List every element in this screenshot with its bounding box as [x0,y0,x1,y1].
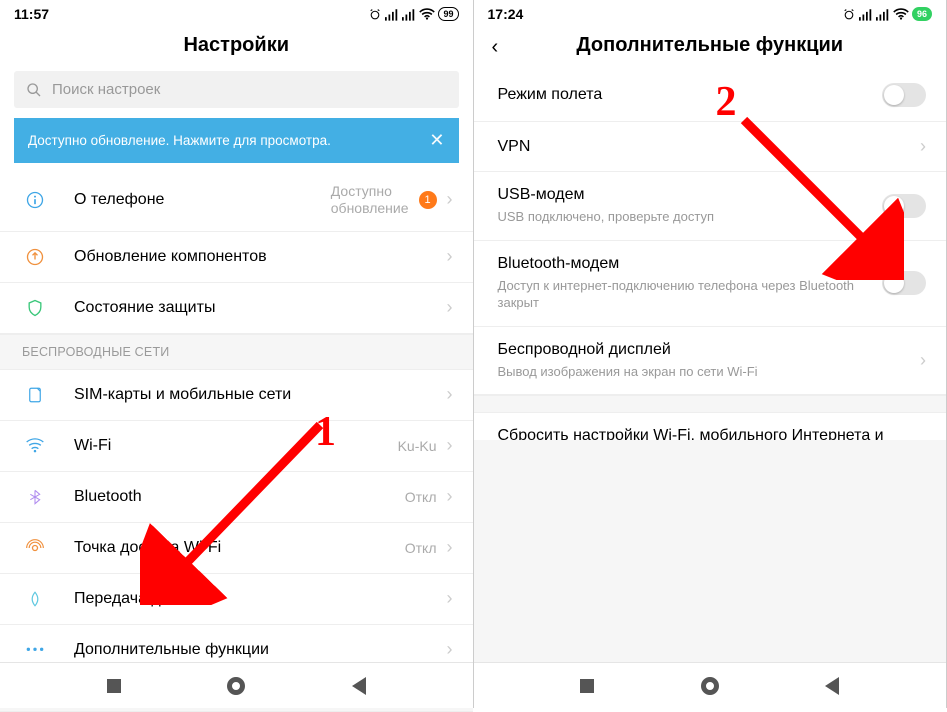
wifi-icon [893,8,909,21]
chevron-right-icon: › [447,486,453,507]
nav-back[interactable] [825,677,839,695]
hotspot-icon [24,537,46,559]
row-label: Точка доступа Wi-Fi [74,539,405,557]
signal-icon-2 [876,8,890,21]
notification-badge: 1 [419,191,437,209]
row-label: USB-модем [498,186,871,204]
data-icon [24,588,46,610]
row-label: VPN [498,138,909,156]
row-sim[interactable]: SIM-карты и мобильные сети › [0,370,473,421]
header: ‹ Дополнительные функции [474,22,947,69]
status-right: 96 [842,7,932,21]
status-bar: 17:24 96 [474,0,947,22]
row-label: Wi-Fi [74,437,398,455]
status-time: 17:24 [488,6,524,22]
toggle-bluetooth-modem[interactable] [882,271,926,295]
row-label: SIM-карты и мобильные сети [74,386,447,404]
status-time: 11:57 [14,6,49,22]
chevron-right-icon: › [447,639,453,660]
nav-bar [0,662,473,708]
chevron-right-icon: › [447,435,453,456]
signal-icon-2 [402,8,416,21]
wifi-icon [419,8,435,21]
close-icon[interactable]: ✕ [429,130,444,151]
chevron-right-icon: › [447,189,453,210]
back-arrow[interactable]: ‹ [492,36,499,59]
chevron-right-icon: › [920,350,926,371]
row-airplane[interactable]: Режим полета [474,69,947,122]
header: Настройки [0,22,473,69]
update-banner[interactable]: Доступно обновление. Нажмите для просмот… [14,118,459,163]
toggle-airplane[interactable] [882,83,926,107]
shield-icon [24,297,46,319]
update-icon [24,246,46,268]
nav-recents[interactable] [107,679,121,693]
nav-recents[interactable] [580,679,594,693]
status-bar: 11:57 99 [0,0,473,22]
sim-icon [24,384,46,406]
toggle-usb[interactable] [882,194,926,218]
row-component-updates[interactable]: Обновление компонентов › [0,232,473,283]
row-bluetooth-modem[interactable]: Bluetooth-модем Доступ к интернет-подклю… [474,241,947,327]
row-value: Откл [405,489,437,505]
search-input[interactable]: Поиск настроек [14,71,459,108]
screen-settings: 11:57 99 Настройки Поиск настроек Доступ… [0,0,474,708]
battery-icon: 99 [438,7,458,21]
row-bluetooth[interactable]: Bluetooth Откл › [0,472,473,523]
chevron-right-icon: › [920,136,926,157]
banner-text: Доступно обновление. Нажмите для просмот… [28,133,331,148]
nav-bar [474,662,947,708]
battery-icon: 96 [912,7,932,21]
row-label: Режим полета [498,86,871,104]
section-gap [474,395,947,413]
row-usb-modem[interactable]: USB-модем USB подключено, проверьте дост… [474,172,947,241]
empty-area [474,440,947,662]
nav-home[interactable] [227,677,245,695]
alarm-icon [842,8,856,21]
row-label: О телефоне [74,191,331,209]
chevron-right-icon: › [447,588,453,609]
status-right: 99 [368,7,458,21]
row-value: Доступно обновление [331,183,409,217]
row-wifi[interactable]: Wi-Fi Ku-Ku › [0,421,473,472]
row-label: Состояние защиты [74,299,447,317]
signal-icon [859,8,873,21]
page-title: Настройки [0,34,473,57]
nav-back[interactable] [352,677,366,695]
row-sub: Вывод изображения на экран по сети Wi-Fi [498,363,909,381]
chevron-right-icon: › [447,246,453,267]
row-wireless-display[interactable]: Беспроводной дисплей Вывод изображения н… [474,327,947,396]
row-data-usage[interactable]: Передача данных › [0,574,473,625]
row-label: Обновление компонентов [74,248,447,266]
row-sub: Доступ к интернет-подключению телефона ч… [498,277,871,312]
row-about-phone[interactable]: О телефоне Доступно обновление 1 › [0,169,473,232]
page-title: Дополнительные функции [474,34,947,57]
more-icon [24,639,46,661]
chevron-right-icon: › [447,537,453,558]
row-label: Передача данных [74,590,447,608]
row-value: Ku-Ku [398,438,437,454]
alarm-icon [368,8,382,21]
screen-additional: 17:24 96 ‹ Дополнительные функции Режим … [474,0,947,708]
row-label: Bluetooth [74,488,405,506]
signal-icon [385,8,399,21]
wifi-icon [24,435,46,457]
search-icon [26,82,42,98]
row-sub: USB подключено, проверьте доступ [498,208,871,226]
nav-home[interactable] [701,677,719,695]
info-icon [24,189,46,211]
row-hotspot[interactable]: Точка доступа Wi-Fi Откл › [0,523,473,574]
row-label: Bluetooth-модем [498,255,871,273]
bluetooth-icon [24,486,46,508]
row-security-status[interactable]: Состояние защиты › [0,283,473,334]
row-label: Дополнительные функции [74,641,447,659]
search-placeholder: Поиск настроек [52,81,160,98]
section-label-wireless: БЕСПРОВОДНЫЕ СЕТИ [0,334,473,370]
row-label: Беспроводной дисплей [498,341,909,359]
chevron-right-icon: › [447,297,453,318]
row-vpn[interactable]: VPN › [474,122,947,172]
row-value: Откл [405,540,437,556]
chevron-right-icon: › [447,384,453,405]
